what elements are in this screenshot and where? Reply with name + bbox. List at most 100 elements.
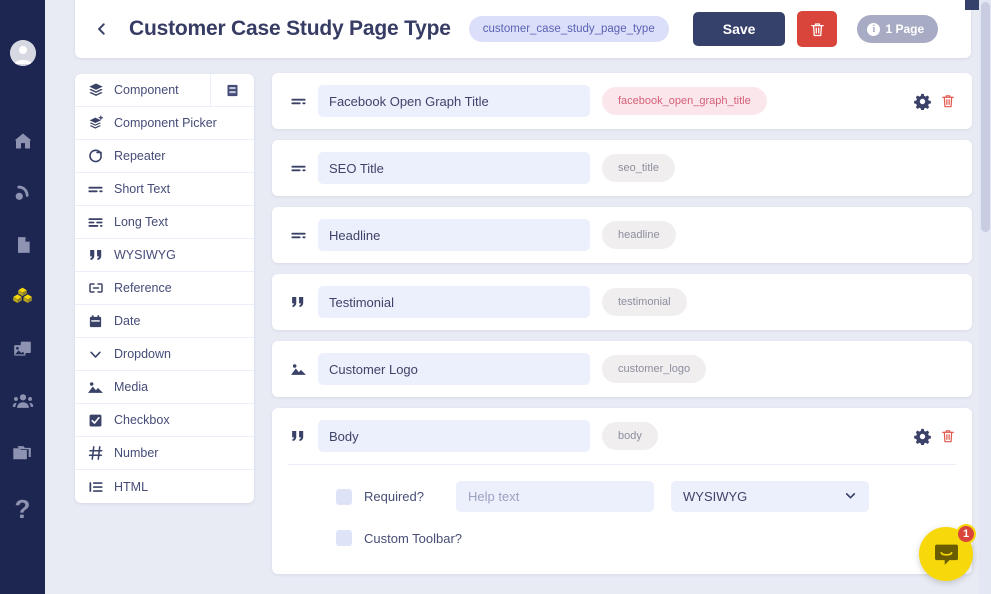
- nav-users[interactable]: [10, 388, 36, 414]
- intercom-unread-badge: 1: [956, 524, 976, 544]
- field-name-input[interactable]: [318, 219, 590, 251]
- palette-item-dropdown[interactable]: Dropdown: [75, 338, 254, 371]
- slug-badge: customer_case_study_page_type: [468, 16, 669, 42]
- field-row: seo_title: [288, 140, 956, 196]
- palette-item-checkbox[interactable]: Checkbox: [75, 404, 254, 437]
- folder-icon: [13, 445, 31, 459]
- field-card: seo_title: [272, 140, 972, 196]
- field-card: customer_logo: [272, 341, 972, 397]
- field-delete-button[interactable]: [940, 428, 956, 444]
- image-icon: [87, 379, 104, 396]
- info-icon: i: [867, 22, 881, 36]
- quote-icon: [87, 247, 104, 264]
- layers-plus-icon: [87, 115, 104, 132]
- delete-page-type-button[interactable]: [797, 11, 838, 47]
- quote-icon: [288, 294, 308, 310]
- list-icon: [87, 478, 104, 495]
- palette-item-long-text[interactable]: Long Text: [75, 206, 254, 239]
- field-actions: [914, 428, 956, 445]
- field-settings-panel: Required? WYSIWYG Custom Toolbar?: [288, 464, 956, 574]
- trash-icon: [942, 430, 954, 443]
- palette-item-html[interactable]: HTML: [75, 470, 254, 503]
- palette-item-label: Media: [114, 380, 149, 394]
- field-delete-button[interactable]: [940, 93, 956, 109]
- users-icon: [12, 394, 33, 408]
- help-text-input[interactable]: [456, 481, 654, 512]
- palette-item-label: Long Text: [114, 215, 168, 229]
- nav-files[interactable]: [10, 440, 36, 466]
- page-scrollbar-track[interactable]: [979, 0, 991, 594]
- field-key-badge: headline: [602, 221, 676, 249]
- palette-item-label: HTML: [114, 479, 149, 494]
- field-type-select[interactable]: WYSIWYG: [671, 481, 869, 512]
- field-name-input[interactable]: [318, 85, 590, 117]
- required-settings-row: Required? WYSIWYG: [336, 481, 956, 512]
- nav-pages[interactable]: [10, 232, 36, 258]
- palette-item-label: Component Picker: [114, 116, 217, 130]
- back-button[interactable]: [89, 16, 115, 42]
- chevron-left-icon: [98, 23, 105, 35]
- chevron-down-icon: [844, 489, 857, 505]
- field-settings-button[interactable]: [914, 93, 931, 110]
- page-title: Customer Case Study Page Type: [129, 17, 451, 40]
- page-header-card: Customer Case Study Page Type customer_c…: [75, 0, 971, 58]
- field-row: body: [288, 408, 956, 464]
- page-scrollbar-thumb[interactable]: [981, 2, 990, 232]
- reference-icon: [87, 280, 104, 297]
- gear-icon: [914, 428, 931, 445]
- palette-item-label: Component: [114, 83, 179, 97]
- page-count-badge[interactable]: i 1 Page: [857, 15, 939, 43]
- gear-icon: [914, 93, 931, 110]
- user-avatar-icon: [9, 40, 36, 66]
- chevron-down-icon: [87, 346, 104, 363]
- field-key-badge: testimonial: [602, 288, 687, 316]
- required-checkbox[interactable]: [336, 488, 352, 505]
- field-row: headline: [288, 207, 956, 263]
- field-key-badge: body: [602, 422, 658, 450]
- image-icon: [288, 361, 308, 378]
- palette-item-wysiwyg[interactable]: WYSIWYG: [75, 239, 254, 272]
- palette-item-repeater[interactable]: Repeater: [75, 140, 254, 173]
- nav-components[interactable]: [10, 284, 36, 310]
- palette-view-toggle[interactable]: [210, 74, 254, 107]
- checkbox-icon: [87, 412, 104, 429]
- palette-item-reference[interactable]: Reference: [75, 272, 254, 305]
- field-actions: [914, 93, 956, 110]
- palette-item-label: WYSIWYG: [114, 248, 176, 262]
- palette-item-short-text[interactable]: Short Text: [75, 173, 254, 206]
- palette-item-number[interactable]: Number: [75, 437, 254, 470]
- palette-item-date[interactable]: Date: [75, 305, 254, 338]
- palette-item-media[interactable]: Media: [75, 371, 254, 404]
- field-settings-button[interactable]: [914, 428, 931, 445]
- nav-help[interactable]: ?: [10, 496, 36, 522]
- field-card: facebook_open_graph_title: [272, 73, 972, 129]
- chat-bubble-icon: [934, 544, 958, 565]
- field-key-badge: facebook_open_graph_title: [602, 87, 767, 115]
- nav-media[interactable]: [10, 336, 36, 362]
- field-name-input[interactable]: [318, 420, 590, 452]
- short-text-icon: [288, 227, 308, 244]
- nav-blog[interactable]: [10, 180, 36, 206]
- palette-item-label: Repeater: [114, 149, 166, 163]
- media-icon: [14, 341, 31, 356]
- avatar[interactable]: [9, 40, 36, 66]
- palette-item-label: Checkbox: [114, 413, 170, 427]
- custom-toolbar-checkbox[interactable]: [336, 530, 352, 546]
- field-key-badge: customer_logo: [602, 355, 707, 383]
- field-name-input[interactable]: [318, 286, 590, 318]
- intercom-launcher[interactable]: 1: [919, 524, 976, 581]
- custom-toolbar-label: Custom Toolbar?: [364, 530, 463, 546]
- field-key-badge: seo_title: [602, 154, 675, 182]
- palette-item-component[interactable]: Component: [75, 74, 254, 107]
- nav-home[interactable]: [10, 128, 36, 154]
- palette-item-component-picker[interactable]: Component Picker: [75, 107, 254, 140]
- save-button[interactable]: Save: [692, 12, 786, 46]
- palette-item-label: Reference: [114, 281, 172, 295]
- field-row: customer_logo: [288, 341, 956, 397]
- field-name-input[interactable]: [318, 152, 590, 184]
- field-row: facebook_open_graph_title: [288, 73, 956, 129]
- field-name-input[interactable]: [318, 353, 590, 385]
- blog-icon: [15, 185, 29, 200]
- calendar-icon: [87, 313, 104, 330]
- field-card: headline: [272, 207, 972, 263]
